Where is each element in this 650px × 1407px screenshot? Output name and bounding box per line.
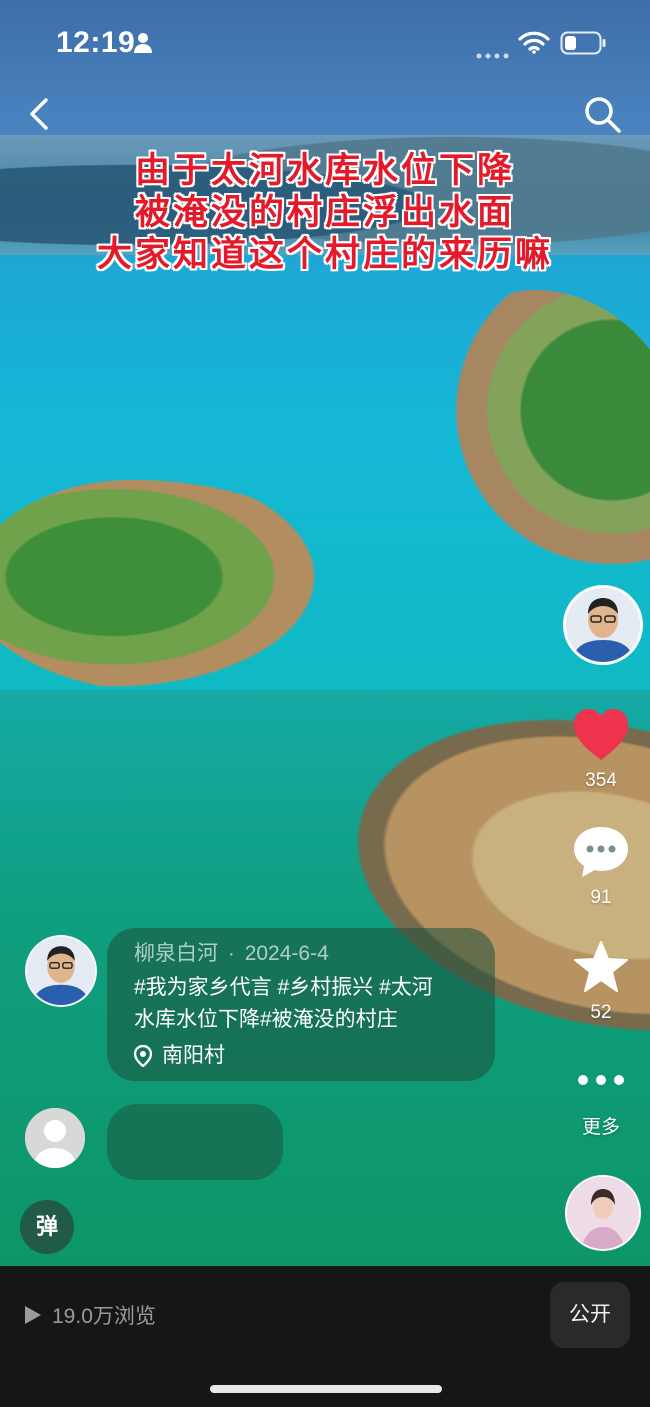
bottom-bar: 19.0万浏览 公开: [0, 1266, 650, 1407]
post-author[interactable]: 柳泉白河: [134, 942, 218, 965]
heart-icon: [574, 709, 628, 760]
post-text-line-1: #我为家乡代言 #乡村振兴 #太河: [134, 976, 433, 999]
comment-button[interactable]: 91: [566, 825, 636, 909]
post-text-line-2: 水库水位下降#被淹没的村庄: [134, 1008, 398, 1031]
wifi-icon: [518, 30, 550, 59]
author-avatar-image: [566, 588, 640, 662]
video-island-left: [0, 480, 330, 695]
back-arrow-icon: [30, 98, 48, 130]
view-count-label: 19.0万浏览: [52, 1305, 156, 1328]
poster-avatar[interactable]: [25, 935, 97, 1007]
danmu-toggle-button[interactable]: 弹: [20, 1200, 74, 1254]
play-icon: [25, 1306, 41, 1324]
screen: 12:19 由于太河水库水位下降 被淹没的村庄浮出水面 大家知道这个村庄的来历嘛: [0, 0, 650, 1407]
status-time: 12:19: [56, 26, 136, 59]
search-icon: [585, 97, 621, 133]
poster-avatar-image: [27, 937, 95, 1005]
comment-input-pill[interactable]: [107, 1104, 283, 1180]
caption-line-2: 被淹没的村庄浮出水面: [134, 192, 515, 233]
home-indicator[interactable]: [210, 1385, 442, 1393]
default-user-icon: [25, 1108, 85, 1168]
back-button[interactable]: [22, 94, 62, 134]
music-disc[interactable]: [565, 1175, 641, 1251]
battery-icon: [560, 31, 606, 60]
public-button[interactable]: 公开: [550, 1282, 630, 1348]
favorite-button[interactable]: 52: [566, 940, 636, 1024]
more-button[interactable]: 更多: [566, 1070, 636, 1139]
post-meta: 柳泉白河 · 2024-6-4: [134, 940, 475, 968]
author-avatar[interactable]: [563, 585, 643, 665]
person-icon: [133, 32, 153, 59]
comment-count: 91: [590, 887, 612, 908]
star-icon: [574, 941, 628, 992]
comment-bubble-icon: [574, 827, 628, 877]
location-pin-icon: [134, 1045, 152, 1067]
like-count: 354: [585, 770, 617, 791]
music-disc-image: [567, 1177, 639, 1249]
post-separator: ·: [227, 942, 235, 965]
video-caption: 由于太河水库水位下降 被淹没的村庄浮出水面 大家知道这个村庄的来历嘛: [0, 150, 650, 276]
caption-line-3: 大家知道这个村庄的来历嘛: [96, 234, 553, 275]
more-label: 更多: [581, 1117, 620, 1138]
caption-line-1: 由于太河水库水位下降: [134, 150, 515, 191]
post-card[interactable]: 柳泉白河 · 2024-6-4 #我为家乡代言 #乡村振兴 #太河 水库水位下降…: [107, 928, 495, 1081]
favorite-count: 52: [590, 1002, 612, 1023]
more-dots-icon: [578, 1075, 624, 1085]
commenter-avatar[interactable]: [25, 1108, 85, 1168]
search-button[interactable]: [582, 94, 622, 134]
post-location-label: 南阳村: [162, 1044, 225, 1067]
signal-dots-icon: [476, 47, 510, 65]
status-bar: 12:19: [0, 0, 650, 88]
view-count: 19.0万浏览: [24, 1300, 156, 1330]
post-location[interactable]: 南阳村: [134, 1042, 475, 1070]
post-date: 2024-6-4: [244, 942, 329, 965]
like-button[interactable]: 354: [566, 708, 636, 792]
post-text: #我为家乡代言 #乡村振兴 #太河 水库水位下降#被淹没的村庄: [134, 972, 475, 1036]
